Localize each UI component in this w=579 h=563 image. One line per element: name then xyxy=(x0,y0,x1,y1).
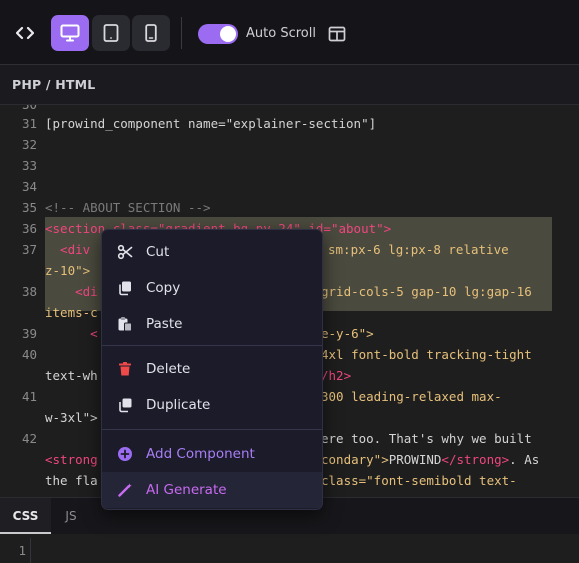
line-number: 1 xyxy=(18,543,26,558)
code-fragment: PROWIND xyxy=(388,452,442,467)
magic-wand-icon xyxy=(117,482,133,498)
phone-icon xyxy=(145,24,157,42)
menu-item-paste[interactable]: Paste xyxy=(102,306,322,342)
code-fragment: /h2> xyxy=(321,368,352,383)
toolbar-divider xyxy=(181,17,182,49)
section-header: PHP / HTML xyxy=(0,65,579,105)
line-number: 30 xyxy=(0,105,37,112)
gutter-divider xyxy=(30,538,31,563)
menu-item-add-component[interactable]: Add Component xyxy=(102,436,322,472)
line-gutter: 30 31 32 33 34 35 36 37 38 39 40 41 42 xyxy=(0,105,38,497)
copy-icon xyxy=(117,280,133,296)
menu-item-label: AI Generate xyxy=(146,482,227,498)
code-line: <!-- ABOUT SECTION --> xyxy=(45,200,211,215)
code-line: items-c xyxy=(45,305,98,320)
line-number: 40 xyxy=(21,347,37,362)
desktop-view-button[interactable] xyxy=(51,15,89,51)
code-line: < xyxy=(45,326,98,341)
code-fragment: 300 leading-relaxed max- xyxy=(321,389,502,404)
code-line: <strong xyxy=(45,452,98,467)
line-number: 37 xyxy=(21,242,37,257)
line-number: 33 xyxy=(21,158,37,173)
mobile-view-button[interactable] xyxy=(132,15,170,51)
line-number: 35 xyxy=(21,200,37,215)
menu-item-ai-generate[interactable]: AI Generate xyxy=(102,472,322,508)
line-number: 38 xyxy=(21,284,37,299)
code-line: w-3xl"> xyxy=(45,410,98,425)
menu-item-label: Delete xyxy=(146,361,191,377)
clipboard-icon xyxy=(117,316,133,332)
line-number: 41 xyxy=(21,389,37,404)
menu-item-label: Add Component xyxy=(146,446,255,462)
code-fragment: sm:px-6 lg:px-8 relative xyxy=(328,242,509,257)
context-menu: Cut Copy Paste Delete Duplicate Add Comp… xyxy=(101,229,323,510)
scissors-icon xyxy=(117,244,133,260)
code-fragment: condary"> xyxy=(321,452,389,467)
tablet-view-button[interactable] xyxy=(92,15,130,51)
code-fragment: class="font-semibold text- xyxy=(321,473,517,488)
line-number: 34 xyxy=(21,179,37,194)
trash-icon xyxy=(117,361,133,377)
split-layout-icon[interactable] xyxy=(326,23,348,45)
code-fragment: grid-cols-5 gap-10 lg:gap-16 xyxy=(321,284,532,299)
code-line: text-wh xyxy=(45,368,98,383)
code-fragment: e-y-6"> xyxy=(321,326,374,341)
menu-item-label: Copy xyxy=(146,280,181,296)
add-circle-icon xyxy=(117,446,133,462)
duplicate-icon xyxy=(117,397,133,413)
menu-separator xyxy=(102,345,322,346)
code-line: <di xyxy=(45,284,98,299)
menu-item-cut[interactable]: Cut xyxy=(102,234,322,270)
menu-item-duplicate[interactable]: Duplicate xyxy=(102,387,322,423)
monitor-icon xyxy=(60,24,80,42)
code-fragment: </strong> xyxy=(441,452,510,467)
code-line: [prowind_component name="explainer-secti… xyxy=(45,116,377,131)
code-fragment: . As xyxy=(509,452,540,467)
code-line: z-10"> xyxy=(45,263,91,278)
menu-item-label: Duplicate xyxy=(146,397,211,413)
tab-js[interactable]: JS xyxy=(55,498,87,534)
code-line: the fla xyxy=(45,473,98,488)
menu-item-label: Paste xyxy=(146,316,183,332)
code-fragment: ere too. That's why we built xyxy=(321,431,532,446)
section-title: PHP / HTML xyxy=(12,77,96,92)
menu-item-copy[interactable]: Copy xyxy=(102,270,322,306)
line-number: 36 xyxy=(21,221,37,236)
line-number: 42 xyxy=(21,431,37,446)
menu-separator xyxy=(102,429,322,430)
tab-css[interactable]: CSS xyxy=(0,498,51,534)
line-number: 32 xyxy=(21,137,37,152)
code-brackets-icon[interactable] xyxy=(10,15,40,51)
line-number: 39 xyxy=(21,326,37,341)
tablet-icon xyxy=(103,24,119,42)
css-editor[interactable]: 1 xyxy=(0,534,579,563)
line-number: 31 xyxy=(21,116,37,131)
auto-scroll-toggle[interactable] xyxy=(198,24,238,44)
code-line: <div xyxy=(45,242,91,257)
code-fragment-row: condary">PROWIND</strong>. As xyxy=(321,452,539,467)
menu-item-delete[interactable]: Delete xyxy=(102,351,322,387)
top-toolbar: Auto Scroll xyxy=(0,0,579,65)
auto-scroll-label: Auto Scroll xyxy=(246,26,316,41)
menu-item-label: Cut xyxy=(146,244,170,260)
toggle-knob xyxy=(220,26,236,42)
code-fragment: 4xl font-bold tracking-tight xyxy=(321,347,532,362)
